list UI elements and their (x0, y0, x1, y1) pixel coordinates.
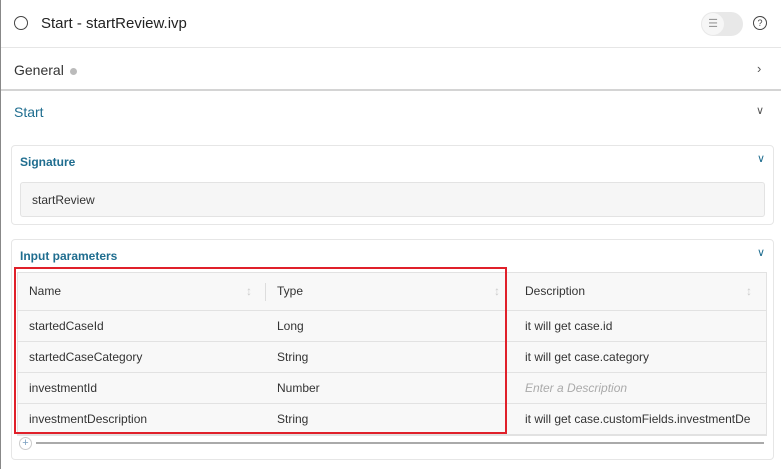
column-header-description[interactable]: Description ↕ (514, 273, 766, 311)
header: Start - startReview.ivp ☰ ? (1, 0, 781, 48)
highlight-box (14, 267, 507, 434)
horizontal-scrollbar[interactable] (36, 442, 764, 444)
chevron-down-icon[interactable]: ∨ (757, 152, 765, 165)
start-event-icon (14, 16, 28, 30)
view-toggle[interactable]: ☰ (701, 12, 743, 36)
cell-description[interactable]: it will get case.category (514, 341, 766, 373)
start-section-title: Start (14, 104, 44, 120)
chevron-down-icon[interactable]: ∨ (757, 246, 765, 259)
signature-card: Signature ∨ startReview (11, 145, 774, 225)
general-section-header[interactable]: General › (1, 49, 781, 91)
signature-input[interactable]: startReview (20, 182, 765, 217)
chevron-right-icon: › (757, 61, 762, 76)
general-label: General (14, 62, 64, 78)
header-label: Description (525, 284, 586, 299)
signature-title: Signature (20, 155, 76, 169)
help-icon[interactable]: ? (753, 16, 767, 30)
page-title: Start - startReview.ivp (41, 15, 187, 32)
cell-description[interactable]: it will get case.id (514, 310, 766, 342)
cell-description-placeholder[interactable]: Enter a Description (514, 372, 766, 404)
input-parameters-title: Input parameters (20, 249, 118, 263)
sort-icon[interactable]: ↕ (746, 284, 752, 298)
list-icon: ☰ (702, 13, 724, 35)
cell-description[interactable]: it will get case.customFields.investment… (514, 403, 766, 435)
status-dot (70, 68, 77, 75)
add-parameter-button[interactable]: + (19, 437, 32, 450)
chevron-down-icon[interactable]: ∨ (756, 104, 764, 117)
